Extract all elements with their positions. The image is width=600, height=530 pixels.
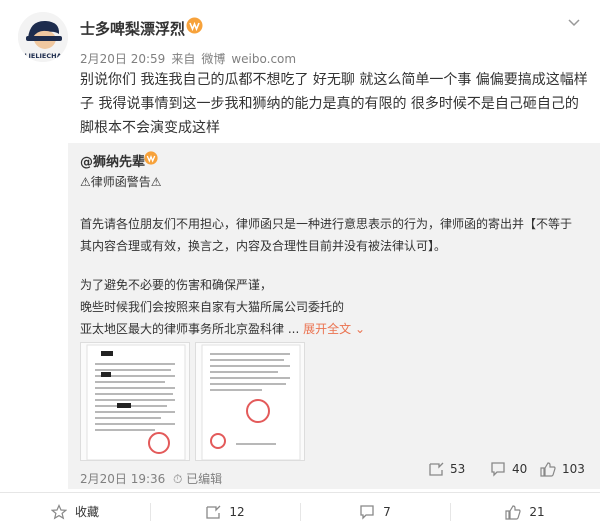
source-prefix: 来自 (171, 52, 196, 66)
svg-text:LIELIECHA: LIELIECHA (24, 52, 61, 60)
like-count: 103 (562, 462, 585, 476)
repost-button[interactable]: 12 (150, 493, 300, 530)
member-badge-icon (144, 151, 158, 165)
star-icon (50, 503, 67, 519)
comment-button[interactable]: 7 (300, 493, 450, 530)
expand-full-text-link[interactable]: 展开全文 ⌄ (303, 322, 365, 336)
repost-comment-stat[interactable]: 40 (490, 461, 527, 477)
post-source[interactable]: 微博 (201, 52, 225, 66)
share-icon (429, 462, 444, 476)
post-meta: 2月20日 20:59 来自 微博 weibo.com (80, 50, 302, 67)
post-text: 别说你们 我连我自己的瓜都不想吃了 好无聊 就这么简单一个事 偏偏要搞成这幅样子… (80, 72, 588, 136)
edited-icon: ⏱ (172, 472, 183, 486)
comment-count: 40 (512, 462, 528, 476)
repost-card: @狮纳先辈 ⚠律师函警告⚠ 首先请各位朋友们不用担心，律师函只是一种进行意思表示… (68, 143, 600, 489)
repost-line-last: 亚太地区最大的律师事务所北京盈科律 ... 展开全文 ⌄ (80, 318, 365, 340)
repost-meta: 2月20日 19:36 ⏱ 已编辑 (80, 470, 222, 487)
repost-line: 为了避免不必要的伤害和确保严谨， (80, 278, 273, 292)
repost-line: ⚠律师函警告⚠ (80, 175, 162, 189)
favorite-button[interactable]: 收藏 (0, 493, 150, 530)
repost-line: 亚太地区最大的律师事务所北京盈科律 ... (80, 322, 300, 336)
member-badge-icon[interactable] (186, 17, 203, 34)
repost-count: 53 (450, 462, 466, 476)
like-count: 21 (529, 504, 545, 519)
repost-count: 12 (229, 504, 245, 519)
post-time[interactable]: 2月20日 20:59 (80, 52, 165, 66)
lawyer-letter-image[interactable] (80, 342, 190, 461)
action-bar: 收藏 12 7 21 (0, 492, 600, 529)
repost-username[interactable]: @狮纳先辈 (80, 151, 145, 170)
thumbs-up-icon (540, 462, 556, 477)
comment-count: 7 (383, 504, 391, 519)
share-icon (206, 505, 221, 519)
repost-share-stat[interactable]: 53 (428, 461, 465, 477)
repost-line: 其内容合理或有效，换言之，内容及合理性目前并没有被法律认可】。 (80, 239, 447, 253)
username[interactable]: 士多啤梨漂浮烈 (80, 18, 185, 39)
chevron-down-icon: ⌄ (354, 322, 365, 336)
lawyer-letter-image[interactable] (195, 342, 305, 461)
like-button[interactable]: 21 (450, 493, 600, 530)
edited-label: 已编辑 (186, 472, 223, 486)
comment-icon (491, 462, 505, 477)
thumbs-up-icon (505, 504, 521, 520)
repost-like-stat[interactable]: 103 (540, 461, 585, 477)
avatar[interactable]: LIELIECHA (18, 12, 68, 62)
source-domain[interactable]: weibo.com (231, 52, 296, 66)
chevron-down-icon[interactable] (566, 14, 582, 30)
repost-line: 晚些时候我们会按照来自家有大猫所属公司委托的 (80, 300, 345, 314)
expand-label[interactable]: 展开全文 (303, 322, 351, 336)
repost-time[interactable]: 2月20日 19:36 (80, 472, 165, 486)
favorite-label: 收藏 (74, 505, 99, 519)
repost-line: 首先请各位朋友们不用担心，律师函只是一种进行意思表示的行为，律师函的寄出并【不等… (80, 217, 573, 231)
comment-icon (360, 504, 374, 520)
